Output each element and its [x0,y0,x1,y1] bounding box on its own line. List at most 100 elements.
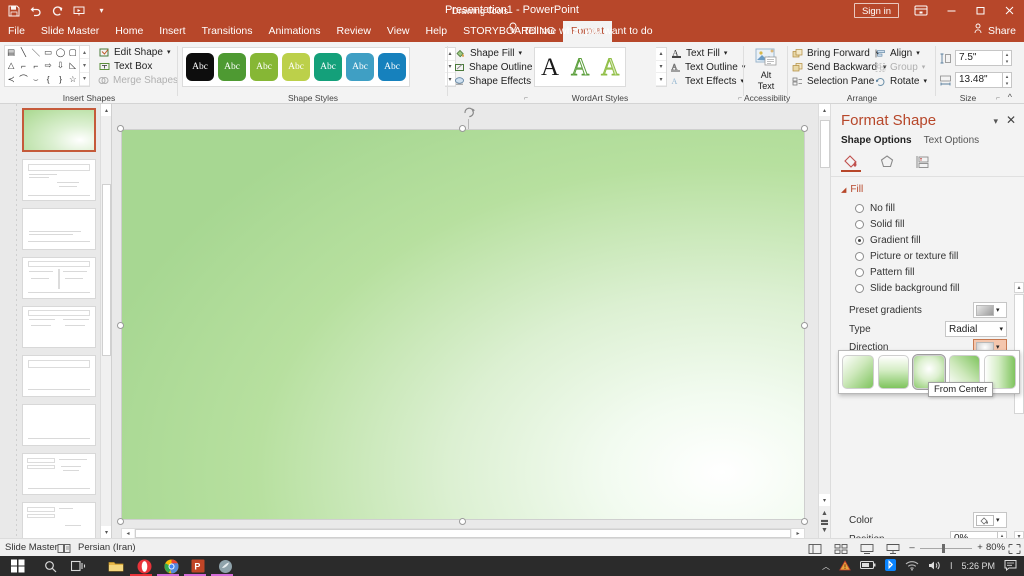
tab-insert[interactable]: Insert [151,21,193,42]
shape-recently-used[interactable]: ▤ [5,46,17,59]
shape-elbow-arrow[interactable]: ⌐ [30,59,42,72]
shape-height-stepper[interactable]: ▴ ▾ [1003,50,1012,66]
ribbon-display-options-icon[interactable] [914,4,928,17]
thumbnail-scroll-thumb[interactable] [102,184,111,356]
shape-oval[interactable]: ◯ [54,46,66,59]
height-decrement-icon[interactable]: ▾ [1003,58,1011,65]
tab-text-options[interactable]: Text Options [924,135,980,146]
start-from-beginning-icon[interactable] [70,1,89,20]
shape-triangle[interactable]: △ [5,59,17,72]
shape-line[interactable]: ╲ [17,46,29,59]
normal-view-icon[interactable] [807,542,823,555]
zoom-slider-thumb[interactable] [942,544,945,553]
file-explorer-icon[interactable] [108,558,124,574]
tab-transitions[interactable]: Transitions [194,21,261,42]
battery-icon[interactable] [859,560,876,572]
resize-handle-top-center[interactable] [459,125,466,132]
resize-handle-top-left[interactable] [117,125,124,132]
shape-arc[interactable]: ⌣ [30,73,42,86]
pane-menu-icon[interactable]: ▾ [993,116,998,127]
thumbnail-scroll-up-icon[interactable]: ▴ [101,104,111,116]
save-icon[interactable] [4,1,23,20]
wordart-sample[interactable]: A [571,54,590,80]
shape-right-arrow[interactable]: ⇨ [42,59,54,72]
text-fill-button[interactable]: A Text Fill ▾ [668,46,744,60]
gradient-type-combo[interactable]: Radial ▾ [945,321,1007,337]
radio-pattern-fill[interactable]: Pattern fill [855,267,914,278]
scroll-down-icon[interactable]: ▾ [819,494,830,506]
zoom-slider-track[interactable] [920,548,972,549]
shape-style-swatch[interactable]: Abc [250,53,278,81]
shape-outline-button[interactable]: Shape Outline ▾ [452,60,540,74]
scroll-right-icon[interactable]: ▸ [792,529,804,538]
wordart-sample[interactable]: A [601,54,620,80]
collapse-ribbon-button[interactable]: ^ [1008,92,1012,102]
shape-height-input[interactable]: 7.5" [955,50,1003,66]
vertical-scrollbar[interactable]: ▴ ▾ ▲ ▬ ▬ ▼ [818,104,830,538]
shapes-more-icon[interactable]: ▾ [80,73,89,86]
shape-styles-dialog-launcher[interactable]: ⌐ [524,95,528,102]
slide-canvas-shape[interactable] [121,129,805,520]
thumbnail-slide-7[interactable]: 7 [22,404,96,446]
restore-button[interactable] [966,0,995,21]
zoom-out-button[interactable]: – [906,539,918,557]
tab-file[interactable]: File [0,21,33,42]
input-indicator-icon[interactable]: ا [950,561,953,572]
thumbnail-slide-2[interactable]: 2 [22,159,96,201]
undo-icon[interactable] [26,1,45,20]
tab-home[interactable]: Home [107,21,151,42]
preset-gradients-button[interactable]: ▾ [973,302,1007,318]
shape-curve[interactable]: ⌒ [17,73,29,86]
search-icon[interactable] [42,558,58,574]
shape-effects-button[interactable]: Shape Effects ▾ [452,74,539,88]
width-increment-icon[interactable]: ▴ [1003,73,1011,80]
chevron-down-icon[interactable]: ▾ [996,306,1000,314]
volume-icon[interactable] [928,560,941,573]
thumbnail-slide-3[interactable]: 3 [22,208,96,250]
close-button[interactable] [995,0,1024,21]
wordart-styles-gallery[interactable]: A A A [534,47,627,87]
warning-icon[interactable] [839,559,851,573]
task-view-icon[interactable] [70,558,86,574]
radio-no-fill[interactable]: No fill [855,203,895,214]
width-decrement-icon[interactable]: ▾ [1003,80,1011,87]
thumbnail-scroll-down-icon[interactable]: ▾ [101,526,111,538]
radio-picture-or-texture-fill[interactable]: Picture or texture fill [855,251,958,262]
share-button[interactable]: Share [974,21,1016,42]
opera-icon[interactable] [136,558,152,574]
shape-width-input[interactable]: 13.48" [955,72,1003,88]
shape-style-swatch[interactable]: Abc [314,53,342,81]
thumbnail-slide-9[interactable]: 9 [22,502,96,538]
slide-sorter-icon[interactable] [833,542,849,555]
align-button[interactable]: Align ▾ [872,46,932,60]
shape-star[interactable]: ☆ [67,73,79,86]
thumbnail-slide-5[interactable]: 5 [22,306,96,348]
shape-width-stepper[interactable]: ▴ ▾ [1003,72,1012,88]
send-backward-button[interactable]: Send Backward ▾ [790,60,887,74]
tell-me-search[interactable]: Tell me what you want to do [508,21,653,42]
text-outline-button[interactable]: A Text Outline ▾ [668,60,745,74]
size-dialog-launcher[interactable]: ⌐ [996,95,1000,102]
shape-line-arrow[interactable]: ＼ [30,46,42,59]
shape-down-arrow[interactable]: ⇩ [54,59,66,72]
slide-thumbnail-pane[interactable]: 1 2 3 [0,104,112,538]
shapes-gallery-scroll[interactable]: ▴ ▾ ▾ [80,45,90,87]
alt-text-button[interactable]: Alt Text [748,45,784,93]
fill-and-line-icon[interactable] [841,152,861,172]
pane-scrollbar[interactable]: ▴ ▾ [1014,282,1024,542]
size-and-properties-icon[interactable] [913,152,933,172]
slide-show-icon[interactable] [885,542,901,555]
shapes-scroll-up-icon[interactable]: ▴ [80,46,89,60]
shapes-gallery[interactable]: ▤ ╲ ＼ ▭ ◯ ▢ △ ⌐ ⌐ ⇨ ⇩ ◺ ≺ ⌒ ⌣ { } ☆ [4,45,80,87]
wifi-icon[interactable] [905,560,919,573]
shape-rectangle[interactable]: ▭ [42,46,54,59]
thumbnail-slide-1[interactable]: 1 [22,108,96,152]
tab-review[interactable]: Review [328,21,378,42]
resize-handle-bottom-center[interactable] [459,518,466,525]
fit-slide-to-window-icon[interactable] [1006,542,1022,555]
clock-time[interactable]: 5:26 PM [961,561,995,571]
thumbnail-slide-4[interactable]: 4 [22,257,96,299]
fill-section-header[interactable]: ◢ Fill [841,184,863,195]
sign-in-button[interactable]: Sign in [853,3,899,18]
zoom-in-button[interactable]: + [974,539,986,557]
